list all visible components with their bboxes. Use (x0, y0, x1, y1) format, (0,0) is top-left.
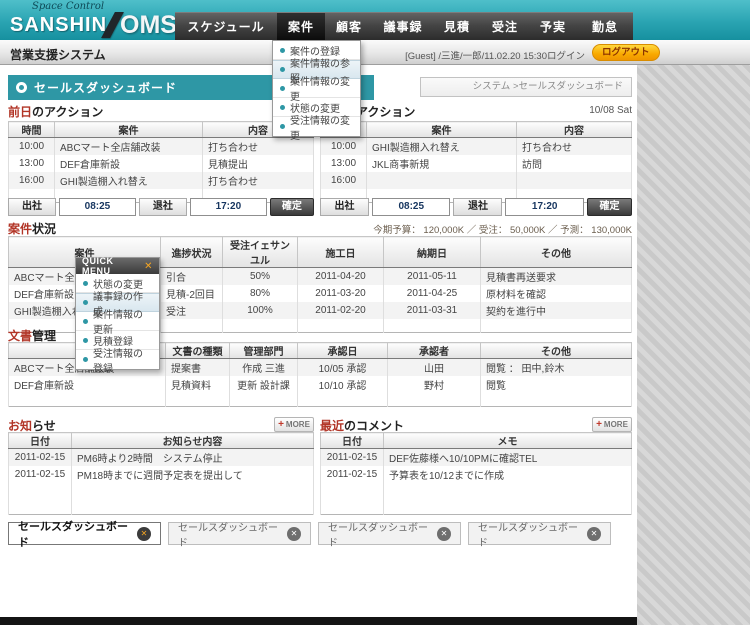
quick-menu-titlebar: QUICK MENU ✕ (76, 258, 159, 274)
checkin-time-input[interactable]: 08:25 (372, 198, 450, 216)
nav-item-customer[interactable]: 顧客 (325, 13, 373, 40)
table-row (321, 483, 632, 499)
table-row[interactable]: 2011-02-15 予算表を10/12までに作成 (321, 466, 632, 483)
close-icon[interactable]: ✕ (137, 527, 151, 541)
bullet-icon (280, 124, 285, 129)
notices-more-button[interactable]: + MORE (274, 417, 314, 432)
table-row[interactable]: 13:00 JKL商事新規 訪問 (321, 155, 632, 172)
bullet-icon (280, 105, 285, 110)
table-row[interactable]: 2011-02-15 PM6時より2時間 システム停止 (9, 449, 314, 466)
today-actions-table: 時間 案件 内容 10:00 GHI製造棚入れ替え 打ち合わせ 13:00 JK… (320, 121, 632, 203)
confirm-button[interactable]: 確定 (270, 198, 314, 216)
main-nav: スケジュール 案件 顧客 議事録 見積 受注 予実 勤怠 (175, 12, 633, 40)
today-punch-row: 出社 08:25 退社 17:20 確定 (320, 198, 632, 216)
footer-bar (0, 617, 637, 625)
title-bullet-icon (16, 82, 27, 93)
nav-item-estimate[interactable]: 見積 (433, 13, 481, 40)
notices-table: 日付 お知らせ内容 2011-02-15 PM6時より2時間 システム停止 20… (8, 432, 314, 515)
table-header-row: 日付 お知らせ内容 (9, 433, 314, 449)
quick-menu-popup: QUICK MENU ✕ 状態の変更 議事録の作成 案件情報の更新 見積登録 受… (75, 257, 160, 370)
table-row[interactable]: 10:00 ABCマート全店舗改装 打ち合わせ (9, 138, 314, 155)
table-header-row: 時間 案件 内容 (321, 122, 632, 138)
bullet-icon (83, 338, 88, 343)
table-row[interactable]: 2011-02-15 PM18時までに週間予定表を提出して (9, 466, 314, 483)
bullet-icon (280, 86, 285, 91)
tab-sales-dashboard-3[interactable]: セールスダッシュボード ✕ (318, 522, 461, 545)
checkout-time-input[interactable]: 17:20 (505, 198, 583, 216)
nav-item-minutes[interactable]: 議事録 (373, 13, 433, 40)
checkin-time-input[interactable]: 08:25 (59, 198, 136, 216)
plus-icon: + (278, 419, 284, 430)
nav-item-case[interactable]: 案件 (277, 13, 325, 40)
table-row (321, 499, 632, 515)
table-row[interactable]: DEF倉庫新設 見積資料 更新 設計課 10/10 承認 野村 閲覧 (9, 376, 632, 393)
close-icon[interactable]: ✕ (287, 527, 301, 541)
nav-item-plan-actual[interactable]: 予実 (529, 13, 577, 40)
table-header-row: 日付 メモ (321, 433, 632, 449)
checkin-label: 出社 (8, 198, 56, 216)
checkin-label: 出社 (320, 198, 369, 216)
close-icon[interactable]: ✕ (587, 527, 601, 541)
quickmenu-item-update-case-info[interactable]: 案件情報の更新 (76, 312, 159, 331)
logout-button[interactable]: ログアウト (592, 44, 660, 61)
bullet-icon (83, 357, 88, 362)
case-dropdown-menu: 案件の登録 案件情報の参照 案件情報の変更 状態の変更 受注情報の変更 (272, 40, 361, 137)
today-date: 10/08 Sat (540, 105, 632, 116)
yesterday-actions-table: 時間 案件 内容 10:00 ABCマート全店舗改装 打ち合わせ 13:00 D… (8, 121, 314, 203)
yesterday-actions-title: 前日のアクション (8, 103, 103, 120)
app-logo[interactable]: Space Control SANSHIN OMS (10, 1, 177, 39)
nav-item-schedule[interactable]: スケジュール (175, 13, 277, 40)
table-row (9, 483, 314, 499)
tab-sales-dashboard-1[interactable]: セールスダッシュボード ✕ (8, 522, 161, 545)
nav-item-attendance[interactable]: 勤怠 (577, 13, 633, 40)
background-stripes (637, 65, 750, 625)
quickmenu-item-register-order-info[interactable]: 受注情報の登録 (76, 350, 159, 369)
menu-item-change-case-info[interactable]: 案件情報の変更 (273, 79, 360, 98)
tab-sales-dashboard-2[interactable]: セールスダッシュボード ✕ (168, 522, 311, 545)
menu-item-change-order-info[interactable]: 受注情報の変更 (273, 117, 360, 136)
app-header: Space Control SANSHIN OMS スケジュール 案件 顧客 議… (0, 0, 750, 40)
table-row (9, 499, 314, 515)
table-row[interactable]: 2011-02-15 DEF佐藤様へ10/10PMに確認TEL (321, 449, 632, 466)
close-icon[interactable]: ✕ (144, 261, 153, 272)
table-row[interactable]: 16:00 GHI製造棚入れ替え 打ち合わせ (9, 172, 314, 189)
logo-sanshin-text: SANSHIN (10, 13, 107, 37)
nav-item-order[interactable]: 受注 (481, 13, 529, 40)
budget-summary: 今期予算： 120,000K ／ 受注： 50,000K ／ 予測： 130,0… (330, 222, 632, 236)
table-row[interactable]: 13:00 DEF倉庫新設 見積提出 (9, 155, 314, 172)
bullet-icon (83, 300, 88, 305)
logo-oms-text: OMS (120, 13, 177, 37)
checkout-label: 退社 (453, 198, 502, 216)
tab-sales-dashboard-4[interactable]: セールスダッシュボード ✕ (468, 522, 611, 545)
bullet-icon (83, 281, 88, 286)
table-row[interactable]: 10:00 GHI製造棚入れ替え 打ち合わせ (321, 138, 632, 155)
system-name: 営業支援システム (10, 46, 106, 63)
checkout-label: 退社 (139, 198, 187, 216)
case-status-title: 案件状況 (8, 220, 56, 237)
table-header-row: 時間 案件 内容 (9, 122, 314, 138)
comments-table: 日付 メモ 2011-02-15 DEF佐藤様へ10/10PMに確認TEL 20… (320, 432, 632, 515)
page-title: セールスダッシュボード (34, 79, 177, 96)
checkout-time-input[interactable]: 17:20 (190, 198, 267, 216)
plus-icon: + (596, 419, 602, 430)
comments-more-button[interactable]: + MORE (592, 417, 632, 432)
breadcrumb: システム >セールスダッシュボード (420, 77, 632, 97)
confirm-button[interactable]: 確定 (587, 198, 632, 216)
bullet-icon (280, 48, 285, 53)
bullet-icon (83, 319, 88, 324)
yesterday-punch-row: 出社 08:25 退社 17:20 確定 (8, 198, 314, 216)
table-row (9, 393, 632, 407)
table-row[interactable]: 16:00 (321, 172, 632, 189)
bullet-icon (280, 67, 285, 72)
login-user-info: [Guest] /三進/一郎/11.02.20 15:30ログイン (360, 48, 585, 62)
close-icon[interactable]: ✕ (437, 527, 451, 541)
